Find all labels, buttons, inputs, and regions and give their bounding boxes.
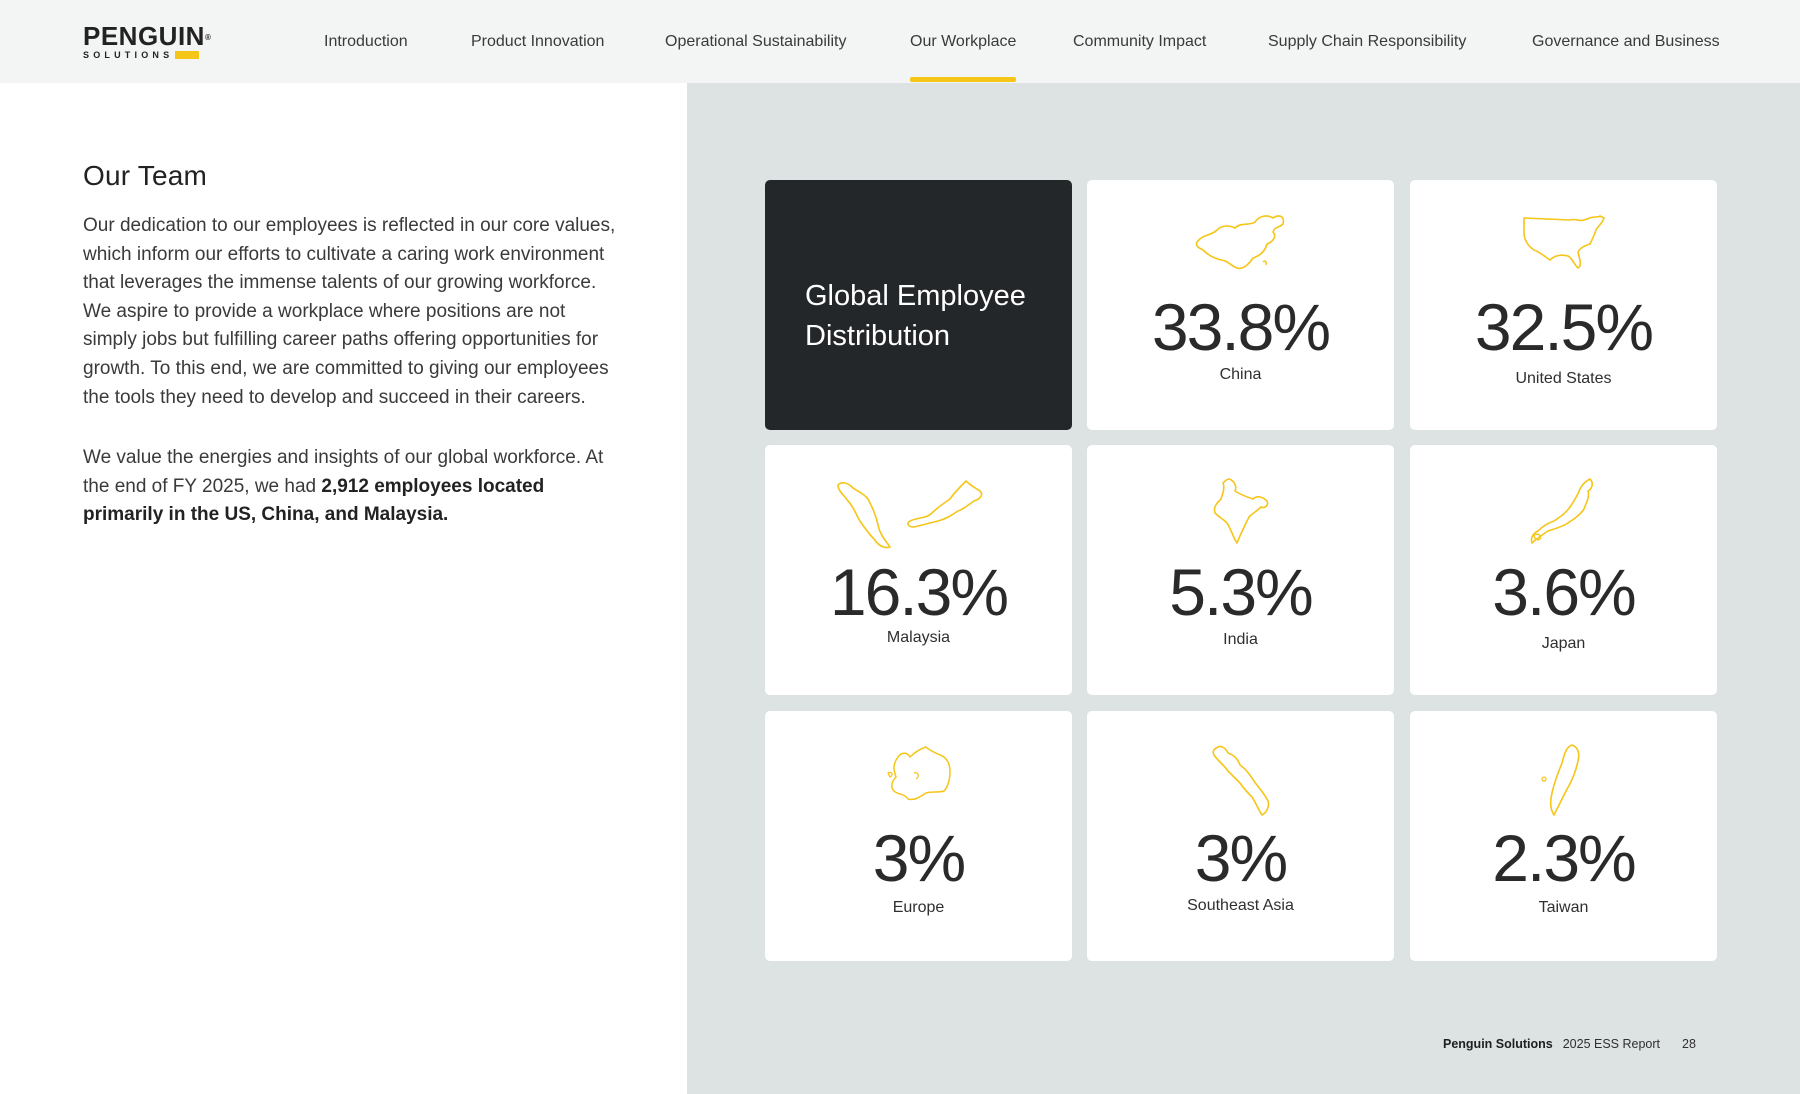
china-map-icon <box>1087 212 1394 282</box>
stat-region: Southeast Asia <box>1187 897 1294 914</box>
stat-region: Japan <box>1541 635 1586 652</box>
distribution-title-card: Global Employee Distribution <box>765 180 1072 430</box>
nav-product-innovation[interactable]: Product Innovation <box>471 33 604 51</box>
stat-region: Europe <box>892 899 945 916</box>
taiwan-map-icon <box>1410 743 1717 816</box>
footer-brand: Penguin Solutions <box>1443 1037 1553 1051</box>
our-team-section: Our Team Our dedication to our employees… <box>83 160 623 530</box>
nav-operational-sustainability[interactable]: Operational Sustainability <box>665 33 846 51</box>
stat-percent: 3% <box>1194 821 1288 895</box>
stat-card-malaysia: 16.3% Malaysia <box>765 445 1072 695</box>
nav-governance-and-business[interactable]: Governance and Business <box>1532 33 1720 51</box>
stat-card-japan: 3.6% Japan <box>1410 445 1717 695</box>
stat-card-china: 33.8% China <box>1087 180 1394 430</box>
stat-percent: 16.3% <box>829 555 1009 629</box>
distribution-panel: Global Employee Distribution 33.8% China… <box>687 83 1800 1094</box>
page-footer: Penguin Solutions 2025 ESS Report 28 <box>1443 1037 1696 1051</box>
stat-card-taiwan: 2.3% Taiwan <box>1410 711 1717 961</box>
europe-map-icon <box>765 743 1072 813</box>
southeast-asia-map-icon <box>1087 743 1394 816</box>
india-map-icon <box>1087 477 1394 547</box>
section-title: Our Team <box>83 160 208 191</box>
stat-region: Malaysia <box>886 629 951 646</box>
stat-region: China <box>1219 366 1262 383</box>
distribution-title: Global Employee Distribution <box>805 280 1026 352</box>
nav-community-impact[interactable]: Community Impact <box>1073 33 1206 51</box>
stat-card-europe: 3% Europe <box>765 711 1072 961</box>
stat-percent: 2.3% <box>1492 821 1636 895</box>
stat-region: Taiwan <box>1538 899 1589 916</box>
stat-region: United States <box>1515 370 1612 387</box>
usa-map-icon <box>1410 212 1717 282</box>
nav-our-workplace[interactable]: Our Workplace <box>910 33 1017 82</box>
japan-map-icon <box>1410 477 1717 547</box>
malaysia-map-icon <box>765 477 1072 549</box>
stat-card-india: 5.3% India <box>1087 445 1394 695</box>
workforce-paragraph: We value the energies and insights of ou… <box>83 444 623 530</box>
stat-region: India <box>1223 631 1258 648</box>
nav-supply-chain-responsibility[interactable]: Supply Chain Responsibility <box>1268 33 1466 51</box>
stat-percent: 3.6% <box>1492 555 1636 629</box>
main-nav: Introduction Product Innovation Operatio… <box>0 0 1800 83</box>
stat-percent: 5.3% <box>1169 555 1313 629</box>
footer-report: 2025 ESS Report <box>1562 1037 1661 1051</box>
nav-introduction[interactable]: Introduction <box>324 33 408 51</box>
stat-percent: 3% <box>872 821 966 895</box>
stat-card-united-states: 32.5% United States <box>1410 180 1717 430</box>
stat-card-southeast-asia: 3% Southeast Asia <box>1087 711 1394 961</box>
stat-percent: 32.5% <box>1474 290 1654 364</box>
stat-percent: 33.8% <box>1151 290 1331 364</box>
top-header: PENGUIN® SOLUTIONS Introduction Product … <box>0 0 1800 83</box>
intro-paragraph: Our dedication to our employees is refle… <box>83 215 616 408</box>
page-number: 28 <box>1682 1037 1696 1051</box>
